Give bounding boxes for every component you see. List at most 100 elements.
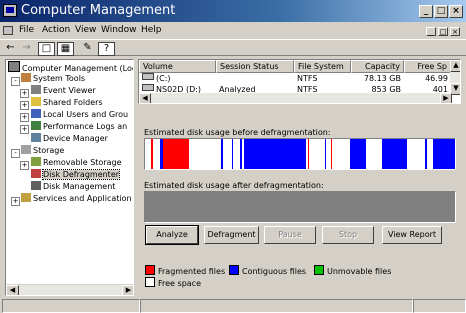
expand-toggle[interactable]: + [20,101,29,110]
table-cell-free: 46.99 [425,74,448,83]
fragmented-segment [163,139,189,169]
status-pane [413,299,466,313]
maximize-button[interactable]: □ [434,5,448,18]
view-report-button[interactable]: View Report [382,226,442,244]
tree-horizontal-scrollbar[interactable]: ◀ ▶ [6,284,133,295]
properties-icon[interactable]: ✎ [80,42,95,54]
status-pane [2,299,140,313]
tools-icon [21,73,31,82]
before-disk-usage-bar [144,138,456,170]
tree-node-performance-logs[interactable]: Performance Logs an [31,121,127,133]
column-header-session-status[interactable]: Session Status [216,60,294,73]
legend-unmovable: Unmovable files [314,265,391,276]
close-button[interactable]: × [449,5,463,18]
tree-node-storage[interactable]: Storage [21,145,64,157]
scroll-up-icon[interactable]: ▲ [450,60,460,72]
menu-view[interactable]: View [75,25,96,35]
menu-help[interactable]: Help [141,25,162,35]
fragmented-segment [331,139,332,169]
console-tree[interactable]: Computer Management (Loc - System Tools … [5,59,134,296]
status-pane [140,299,413,313]
analyze-button[interactable]: Analyze [145,225,199,245]
column-header-volume[interactable]: Volume [139,60,216,73]
scroll-left-icon[interactable]: ◀ [139,93,151,103]
scroll-left-icon[interactable]: ◀ [6,285,19,295]
show-hide-tree-icon[interactable]: ▦ [57,42,74,56]
computer-icon [8,61,20,72]
title-bar[interactable]: Computer Management _ □ × [0,0,466,22]
hard-drive-icon [142,73,154,80]
contiguous-segment [425,139,427,169]
contiguous-segment [160,139,163,169]
free-space-swatch [145,277,155,287]
forward-arrow-icon[interactable]: → [19,42,34,54]
hard-drive-icon [142,84,154,91]
toolbar: ← → □ ▦ ✎ ? [0,39,466,56]
performance-icon [31,121,41,130]
contiguous-segment [244,139,306,169]
help-icon[interactable]: ? [98,42,115,56]
contiguous-segment [433,139,455,169]
column-header-file-system[interactable]: File System [294,60,351,73]
status-bar [0,298,466,313]
disk-management-icon [31,181,41,190]
mdi-document-icon[interactable] [3,26,13,35]
defrag-icon [31,169,41,178]
mdi-restore-button[interactable]: □ [438,27,448,36]
users-icon [31,109,41,118]
tree-node-services-applications[interactable]: Services and Application [21,193,132,205]
tree-node-disk-management[interactable]: Disk Management [31,181,115,193]
tree-node-local-users[interactable]: Local Users and Grou [31,109,128,121]
table-cell-capacity: 78.13 GB [363,74,401,83]
minimize-button[interactable]: _ [419,5,433,18]
tree-node-shared-folders[interactable]: Shared Folders [31,97,103,109]
menu-action[interactable]: Action [42,25,70,35]
up-folder-icon[interactable]: □ [38,42,55,56]
volume-horizontal-scrollbar[interactable]: ◀ ▶ [139,93,452,103]
mdi-minimize-button[interactable]: _ [426,27,436,36]
storage-icon [21,145,31,154]
event-viewer-icon [31,85,41,94]
defragmenter-pane: Volume Session Status File System Capaci… [138,59,461,296]
contiguous-segment [350,139,366,169]
pause-button[interactable]: Pause [264,226,316,244]
stop-button[interactable]: Stop [322,226,374,244]
column-header-free-space[interactable]: Free Sp [404,60,451,73]
tree-node-disk-defragmenter[interactable]: Disk Defragmenter [31,169,121,181]
removable-storage-icon [31,157,41,166]
tree-node-removable-storage[interactable]: Removable Storage [31,157,122,169]
tree-node-device-manager[interactable]: Device Manager [31,133,108,145]
menu-window[interactable]: Window [101,25,137,35]
column-header-capacity[interactable]: Capacity [351,60,404,73]
contiguous-segment [382,139,407,169]
defragment-button[interactable]: Defragment [204,226,259,244]
expand-toggle[interactable]: + [20,89,29,98]
collapse-toggle[interactable]: - [11,77,20,86]
legend-contiguous: Contiguous files [229,265,306,276]
unmovable-swatch [314,265,324,275]
table-row[interactable]: (C:) [142,73,171,84]
expand-toggle[interactable]: + [20,125,29,134]
contiguous-segment [240,139,242,169]
contiguous-segment [221,139,223,169]
expand-toggle[interactable]: + [20,161,29,170]
volume-vertical-scrollbar[interactable]: ▲ ▼ [450,60,460,95]
collapse-toggle[interactable]: - [11,149,20,158]
contiguous-segment [232,139,233,169]
after-disk-usage-bar [144,191,456,223]
table-cell-fs: NTFS [297,74,318,83]
scroll-right-icon[interactable]: ▶ [440,93,452,103]
menu-file[interactable]: File [19,25,34,35]
mdi-close-button[interactable]: × [450,27,460,36]
expand-toggle[interactable]: + [11,197,20,206]
tree-node-system-tools[interactable]: System Tools [21,73,85,85]
scroll-right-icon[interactable]: ▶ [122,285,133,295]
tree-node-computer-management[interactable]: Computer Management (Loc [8,61,133,73]
volume-list[interactable]: Volume Session Status File System Capaci… [138,59,461,104]
computer-management-icon [3,4,17,17]
back-arrow-icon[interactable]: ← [3,42,18,54]
legend-fragmented: Fragmented files [145,265,225,276]
before-defrag-label: Estimated disk usage before defragmentat… [144,128,331,137]
tree-node-event-viewer[interactable]: Event Viewer [31,85,96,97]
expand-toggle[interactable]: + [20,113,29,122]
